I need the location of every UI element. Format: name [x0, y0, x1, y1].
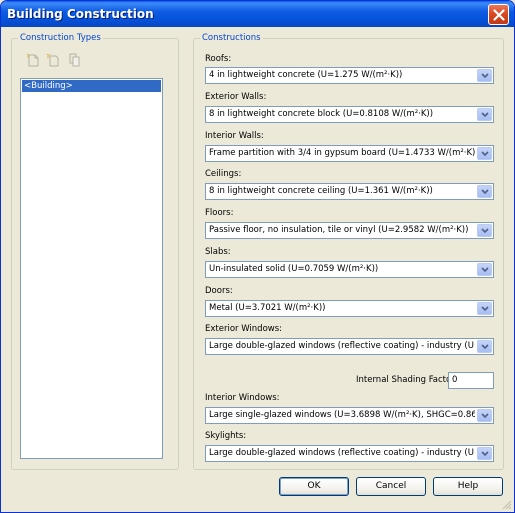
- slabs-label: Slabs:: [205, 247, 231, 257]
- interior-windows-combo[interactable]: Large single-glazed windows (U=3.6898 W/…: [205, 407, 494, 424]
- doors-combo[interactable]: Metal (U=3.7021 W/(m²·K)): [205, 300, 494, 317]
- floors-value: Passive floor, no insulation, tile or vi…: [209, 225, 469, 235]
- chevron-down-icon: [481, 73, 489, 79]
- slabs-dropdown-button[interactable]: [477, 263, 492, 276]
- ceilings-combo[interactable]: 8 in lightweight concrete ceiling (U=1.3…: [205, 183, 494, 200]
- skylights-label: Skylights:: [205, 431, 247, 441]
- floors-label: Floors:: [205, 208, 234, 218]
- doors-label: Doors:: [205, 286, 233, 296]
- chevron-down-icon: [481, 267, 489, 273]
- list-item-building[interactable]: <Building>: [22, 80, 161, 92]
- constructions-legend: Constructions: [200, 33, 263, 43]
- construction-types-list[interactable]: <Building>: [20, 78, 163, 459]
- window-title: Building Construction: [7, 7, 154, 21]
- chevron-down-icon: [481, 189, 489, 195]
- ceilings-label: Ceilings:: [205, 169, 242, 179]
- construction-types-group: Construction Types <Building>: [11, 33, 179, 470]
- roofs-value: 4 in lightweight concrete (U=1.275 W/(m²…: [209, 70, 403, 80]
- close-icon: [493, 9, 505, 21]
- chevron-down-icon: [481, 306, 489, 312]
- internal-shading-factor-label: Internal Shading Factor:: [356, 375, 458, 385]
- ceilings-dropdown-button[interactable]: [477, 185, 492, 198]
- duplicate-icon[interactable]: [46, 53, 60, 67]
- roofs-label: Roofs:: [205, 54, 232, 64]
- ceilings-value: 8 in lightweight concrete ceiling (U=1.3…: [209, 186, 433, 196]
- help-button[interactable]: Help: [433, 477, 503, 496]
- building-construction-dialog: Building Construction Construction Types…: [0, 0, 515, 513]
- internal-shading-factor-input[interactable]: 0: [448, 372, 494, 389]
- exterior-windows-dropdown-button[interactable]: [477, 340, 492, 353]
- exterior-windows-label: Exterior Windows:: [205, 324, 283, 334]
- construction-types-legend: Construction Types: [18, 33, 103, 43]
- floors-dropdown-button[interactable]: [477, 224, 492, 237]
- chevron-down-icon: [481, 413, 489, 419]
- doors-value: Metal (U=3.7021 W/(m²·K)): [209, 303, 326, 313]
- ok-button[interactable]: OK: [279, 477, 349, 496]
- skylights-dropdown-button[interactable]: [477, 447, 492, 460]
- new-icon[interactable]: [26, 53, 40, 67]
- chevron-down-icon: [481, 228, 489, 234]
- title-bar[interactable]: Building Construction: [1, 1, 514, 27]
- exterior-walls-label: Exterior Walls:: [205, 92, 267, 102]
- copy-icon[interactable]: [68, 53, 82, 67]
- interior-walls-dropdown-button[interactable]: [477, 147, 492, 160]
- roofs-combo[interactable]: 4 in lightweight concrete (U=1.275 W/(m²…: [205, 67, 494, 84]
- chevron-down-icon: [481, 151, 489, 157]
- resize-grip-icon[interactable]: [501, 499, 512, 510]
- exterior-windows-value: Large double-glazed windows (reflective …: [209, 341, 475, 351]
- interior-walls-value: Frame partition with 3/4 in gypsum board…: [209, 148, 475, 158]
- interior-walls-label: Interior Walls:: [205, 131, 264, 141]
- exterior-walls-dropdown-button[interactable]: [477, 108, 492, 121]
- skylights-value: Large double-glazed windows (reflective …: [209, 448, 475, 458]
- interior-windows-label: Interior Windows:: [205, 393, 280, 403]
- chevron-down-icon: [481, 112, 489, 118]
- interior-walls-combo[interactable]: Frame partition with 3/4 in gypsum board…: [205, 145, 494, 162]
- slabs-combo[interactable]: Un-insulated solid (U=0.7059 W/(m²·K)): [205, 261, 494, 278]
- chevron-down-icon: [481, 344, 489, 350]
- floors-combo[interactable]: Passive floor, no insulation, tile or vi…: [205, 222, 494, 239]
- exterior-windows-combo[interactable]: Large double-glazed windows (reflective …: [205, 338, 494, 355]
- roofs-dropdown-button[interactable]: [477, 69, 492, 82]
- cancel-button[interactable]: Cancel: [356, 477, 426, 496]
- slabs-value: Un-insulated solid (U=0.7059 W/(m²·K)): [209, 264, 379, 274]
- skylights-combo[interactable]: Large double-glazed windows (reflective …: [205, 445, 494, 462]
- interior-windows-value: Large single-glazed windows (U=3.6898 W/…: [209, 410, 475, 420]
- interior-windows-dropdown-button[interactable]: [477, 409, 492, 422]
- exterior-walls-value: 8 in lightweight concrete block (U=0.810…: [209, 109, 434, 119]
- exterior-walls-combo[interactable]: 8 in lightweight concrete block (U=0.810…: [205, 106, 494, 123]
- doors-dropdown-button[interactable]: [477, 302, 492, 315]
- close-button[interactable]: [488, 4, 509, 25]
- chevron-down-icon: [481, 451, 489, 457]
- constructions-group: Constructions Roofs: 4 in lightweight co…: [193, 33, 504, 470]
